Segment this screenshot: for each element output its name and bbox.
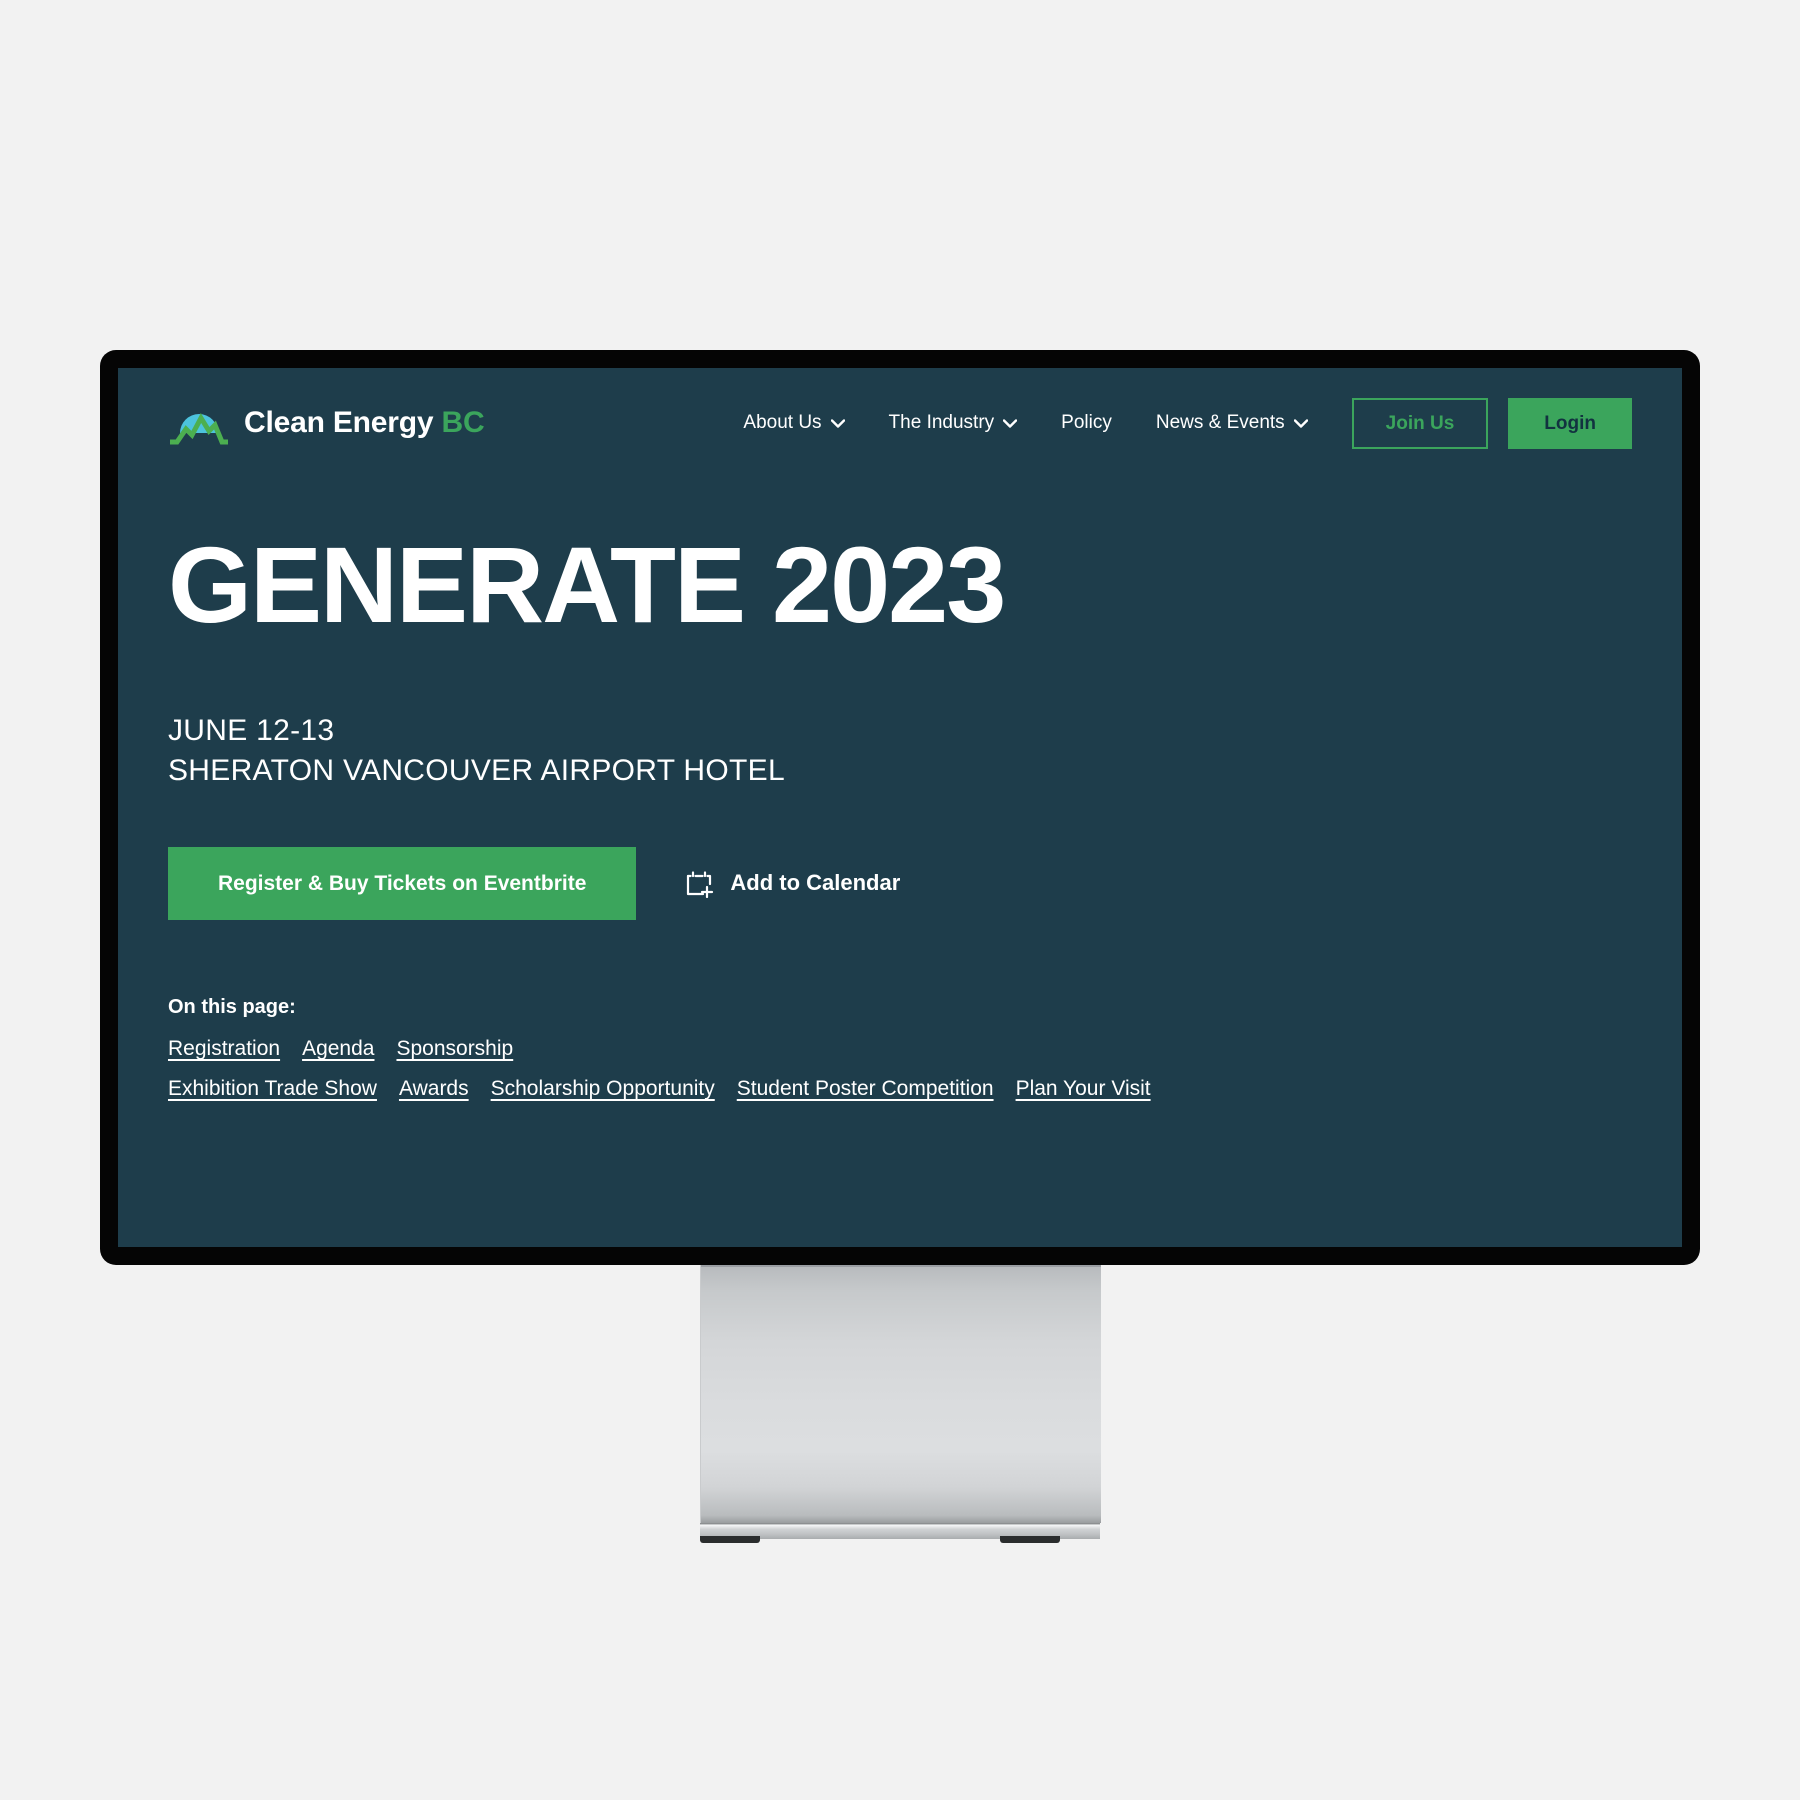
site-header: Clean Energy BC About Us The Industry Po… xyxy=(118,368,1682,478)
primary-nav: About Us The Industry Policy News & Even… xyxy=(721,412,1329,434)
monitor-stand xyxy=(700,1265,1101,1545)
event-venue: SHERATON VANCOUVER AIRPORT HOTEL xyxy=(168,753,785,787)
anchor-link-agenda[interactable]: Agenda xyxy=(302,1037,374,1061)
add-to-calendar-label: Add to Calendar xyxy=(730,870,901,896)
event-meta: JUNE 12-13 SHERATON VANCOUVER AIRPORT HO… xyxy=(168,711,1642,790)
on-this-page-section: On this page: Registration Agenda Sponso… xyxy=(168,996,1173,1101)
nav-item-label: The Industry xyxy=(888,412,995,433)
calendar-plus-icon xyxy=(687,871,714,899)
stand-foot-left xyxy=(700,1536,760,1543)
nav-item-label: About Us xyxy=(743,412,822,433)
screen-viewport: Clean Energy BC About Us The Industry Po… xyxy=(118,368,1682,1247)
anchor-link-awards[interactable]: Awards xyxy=(399,1077,469,1101)
anchor-link-student-poster-competition[interactable]: Student Poster Competition xyxy=(737,1077,994,1101)
anchor-link-plan-your-visit[interactable]: Plan Your Visit xyxy=(1016,1077,1151,1101)
stand-neck xyxy=(700,1265,1101,1523)
event-date: JUNE 12-13 xyxy=(168,714,335,748)
anchor-link-registration[interactable]: Registration xyxy=(168,1037,280,1061)
add-to-calendar-button[interactable]: Add to Calendar xyxy=(684,868,901,899)
login-button[interactable]: Login xyxy=(1508,397,1632,449)
chevron-down-icon xyxy=(1293,418,1308,428)
brand-name-suffix: BC xyxy=(441,406,485,439)
nav-item-about-us[interactable]: About Us xyxy=(721,412,866,434)
nav-item-the-industry[interactable]: The Industry xyxy=(867,412,1040,434)
join-us-button[interactable]: Join Us xyxy=(1351,397,1489,449)
nav-item-news-events[interactable]: News & Events xyxy=(1134,412,1330,434)
on-this-page-title: On this page: xyxy=(168,996,296,1018)
chevron-down-icon xyxy=(1003,418,1018,428)
monitor-frame: Clean Energy BC About Us The Industry Po… xyxy=(100,350,1700,1265)
nav-item-policy[interactable]: Policy xyxy=(1039,412,1134,434)
header-right: About Us The Industry Policy News & Even… xyxy=(721,397,1632,449)
nav-item-label: Policy xyxy=(1061,412,1112,433)
anchor-link-sponsorship[interactable]: Sponsorship xyxy=(396,1037,513,1061)
on-this-page-links-row-1: Registration Agenda Sponsorship xyxy=(168,1037,1173,1061)
chevron-down-icon xyxy=(830,418,845,428)
stand-foot-right xyxy=(1000,1536,1060,1543)
nav-item-label: News & Events xyxy=(1155,412,1285,433)
anchor-link-scholarship-opportunity[interactable]: Scholarship Opportunity xyxy=(491,1077,715,1101)
register-buy-tickets-button[interactable]: Register & Buy Tickets on Eventbrite xyxy=(168,846,637,920)
hero-section: GENERATE 2023 JUNE 12-13 SHERATON VANCOU… xyxy=(168,528,1642,920)
brand-name: Clean Energy BC xyxy=(244,406,485,440)
brand-name-main: Clean Energy xyxy=(244,406,434,439)
anchor-link-exhibition-trade-show[interactable]: Exhibition Trade Show xyxy=(168,1077,377,1101)
cta-row: Register & Buy Tickets on Eventbrite Add… xyxy=(168,846,1642,920)
on-this-page-links-row-2: Exhibition Trade Show Awards Scholarship… xyxy=(168,1077,1173,1101)
mountain-sun-logo-icon xyxy=(170,412,228,445)
page-title: GENERATE 2023 xyxy=(168,524,1006,645)
brand-logo[interactable]: Clean Energy BC xyxy=(168,399,485,447)
